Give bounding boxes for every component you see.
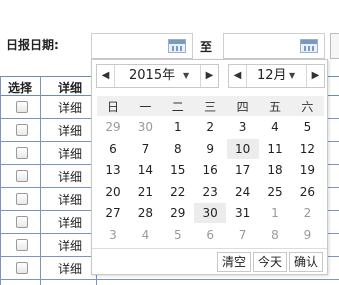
row-detail-link[interactable]: 详细 [58,168,82,185]
calendar-day[interactable]: 2 [194,117,226,137]
calendar-day[interactable]: 4 [129,225,161,245]
calendar-day[interactable]: 23 [194,182,226,202]
weekday-label: 六 [301,100,314,114]
calendar-day[interactable]: 14 [129,160,161,180]
row-detail-link[interactable]: 详细 [58,145,82,162]
calendar-day[interactable]: 30 [129,117,161,137]
calendar-day[interactable]: 1 [259,203,291,223]
row-detail-link[interactable]: 详细 [58,122,82,139]
row-detail-link[interactable]: 详细 [58,191,82,208]
calendar-day[interactable]: 18 [259,160,291,180]
calendar-day[interactable]: 25 [259,182,291,202]
calendar-day[interactable]: 29 [97,117,129,137]
calendar-day[interactable]: 1 [162,117,194,137]
prev-year-icon[interactable]: ◀ [97,65,115,87]
calendar-day[interactable]: 15 [162,160,194,180]
row-select-checkbox[interactable] [16,239,28,251]
header-detail: 详细 [58,81,83,95]
query-button-edge[interactable] [330,33,339,59]
calendar-day[interactable]: 10 [226,138,259,159]
row-select-checkbox[interactable] [16,147,28,159]
prev-month-icon[interactable]: ◀ [229,65,247,87]
next-month-icon[interactable]: ▶ [306,65,324,87]
calendar-day[interactable]: 13 [97,160,129,180]
row-detail-link[interactable]: 详细 [58,99,82,116]
row-select-checkbox[interactable] [16,170,28,182]
month-dropdown-icon[interactable]: ▼ [289,65,295,87]
header-select: 选择 [8,81,33,95]
today-button[interactable]: 今天 [253,252,287,272]
clear-button[interactable]: 清空 [217,252,251,272]
calendar-day[interactable]: 12 [291,139,323,159]
table-border-left [0,76,1,285]
calendar-day[interactable]: 3 [97,225,129,245]
next-year-icon[interactable]: ▶ [200,65,218,87]
weekday-label: 二 [171,100,184,114]
confirm-button[interactable]: 确认 [289,252,323,272]
calendar-day[interactable]: 21 [129,182,161,202]
report-date-label: 日报日期: [6,38,59,52]
calendar-day[interactable]: 4 [259,117,291,137]
year-selector: ◀ 2015年 ▼ ▶ [96,64,219,88]
calendar-day[interactable]: 7 [129,139,161,159]
calendar-day[interactable]: 8 [259,225,291,245]
date-picker-header: ◀ 2015年 ▼ ▶ ◀ 12月 ▼ ▶ [92,60,327,94]
weekday-label: 四 [236,100,249,114]
date-from-calendar-icon[interactable] [168,39,186,53]
calendar-day[interactable]: 16 [194,160,226,180]
date-picker-popup: ◀ 2015年 ▼ ▶ ◀ 12月 ▼ ▶ 日一二三四五六 29 30 1 2 3 4 5 6… [91,59,328,275]
calendar-day[interactable]: 9 [291,225,323,245]
calendar-day[interactable]: 6 [194,225,226,245]
calendar-day[interactable]: 8 [162,139,194,159]
calendar-day[interactable]: 2 [291,203,323,223]
weekday-label: 日 [106,100,119,114]
weekday-label: 三 [204,100,217,114]
calendar-day[interactable]: 20 [97,182,129,202]
row-select-checkbox[interactable] [16,101,28,113]
calendar-day[interactable]: 5 [162,225,194,245]
calendar-day[interactable]: 31 [227,203,259,223]
calendar-day[interactable]: 19 [291,160,323,180]
date-to-label: 至 [200,40,213,54]
calendar-day[interactable]: 30 [194,203,227,224]
calendar-day[interactable]: 27 [97,203,129,223]
calendar-day[interactable]: 28 [129,203,161,223]
calendar-day[interactable]: 5 [291,117,323,137]
date-picker-footer: 清空 今天 确认 [92,248,327,274]
calendar-day[interactable]: 17 [227,160,259,180]
row-select-checkbox[interactable] [16,193,28,205]
date-to-calendar-icon[interactable] [300,39,318,53]
weekday-label: 一 [139,100,152,114]
year-select[interactable]: 2015年 [129,65,175,87]
row-detail-link[interactable]: 详细 [58,260,82,277]
month-select[interactable]: 12月 [257,65,287,87]
month-selector: ◀ 12月 ▼ ▶ [228,64,325,88]
year-dropdown-icon[interactable]: ▼ [183,65,189,87]
calendar-day[interactable]: 11 [259,139,291,159]
row-detail-link[interactable]: 详细 [58,214,82,231]
calendar-day[interactable]: 26 [291,182,323,202]
calendar-day[interactable]: 9 [194,139,226,159]
calendar-day[interactable]: 24 [227,182,259,202]
weekday-label: 五 [268,100,281,114]
row-select-checkbox[interactable] [16,124,28,136]
calendar-day[interactable]: 6 [97,139,129,159]
row-detail-link[interactable]: 详细 [58,237,82,254]
row-select-checkbox[interactable] [16,262,28,274]
calendar-day[interactable]: 7 [227,225,259,245]
calendar-day[interactable]: 3 [227,117,259,137]
table-col-divider [40,76,41,285]
row-select-checkbox[interactable] [16,216,28,228]
calendar-day[interactable]: 22 [162,182,194,202]
calendar-day[interactable]: 29 [162,203,194,223]
weekday-header: 日一二三四五六 [97,96,324,116]
